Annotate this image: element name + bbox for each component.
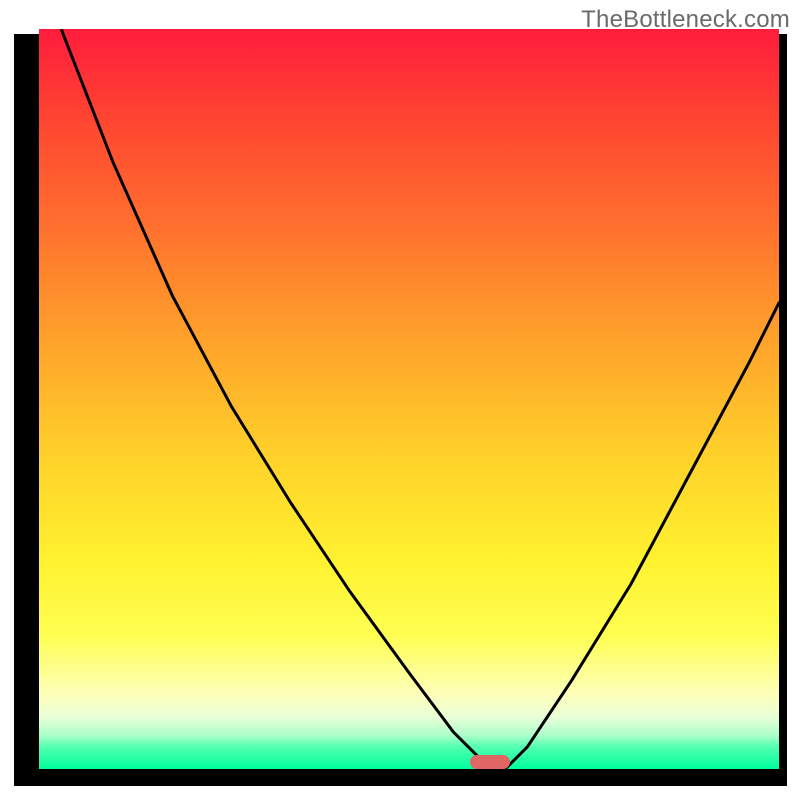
curve-path bbox=[61, 29, 779, 769]
watermark-text: TheBottleneck.com bbox=[581, 6, 790, 34]
optimal-marker bbox=[470, 755, 510, 769]
plot-frame bbox=[14, 34, 787, 786]
chart-container: TheBottleneck.com bbox=[0, 0, 800, 800]
plot-gradient-area bbox=[39, 29, 779, 769]
bottleneck-curve bbox=[39, 29, 779, 769]
